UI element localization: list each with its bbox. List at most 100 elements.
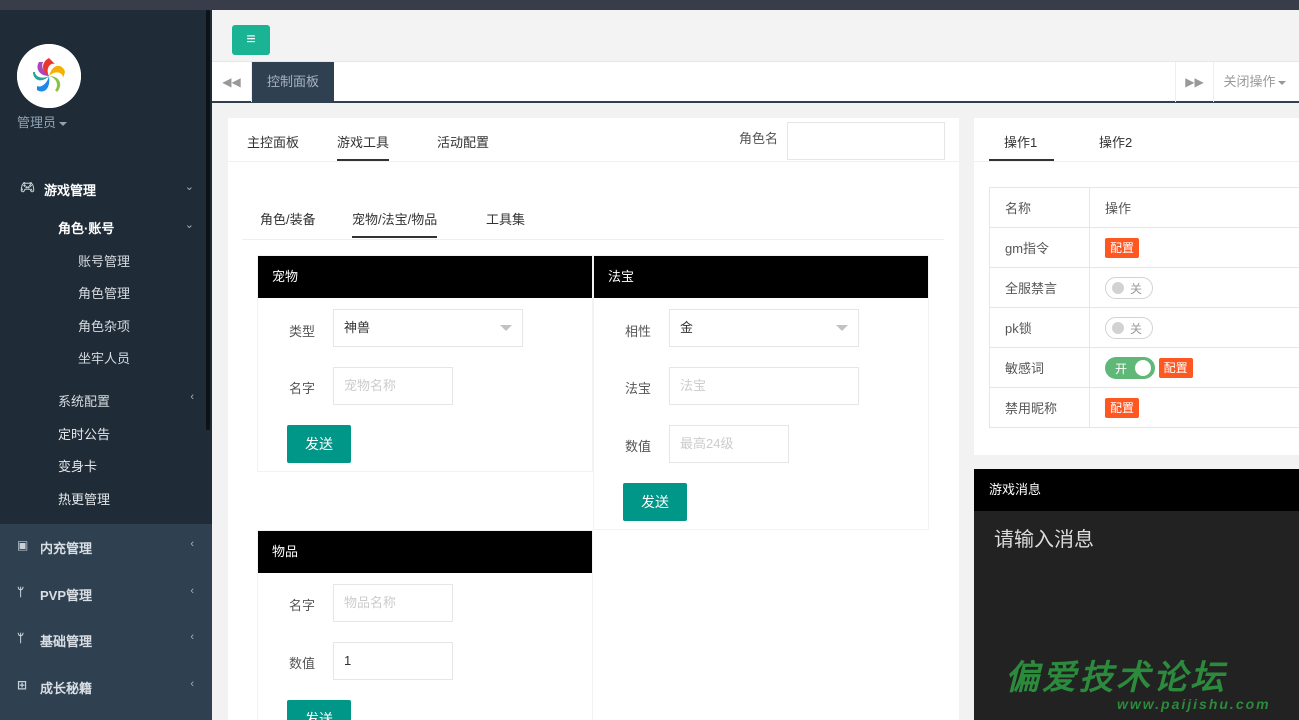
chevron-left-icon: ‹ xyxy=(190,391,194,403)
nav-game-management-label: 游戏管理 xyxy=(44,183,97,198)
table-row: gm指令 配置 xyxy=(989,227,1299,268)
pet-send-button[interactable]: 发送 xyxy=(287,425,351,463)
item-send-button[interactable]: 发送 xyxy=(287,700,351,720)
table-row: 敏感词 开 配置 xyxy=(989,347,1299,388)
chevron-down-icon: ⌄ xyxy=(184,181,194,193)
config-button[interactable]: 配置 xyxy=(1105,237,1140,258)
nav-role-misc[interactable]: 角色杂项 xyxy=(78,316,130,335)
watermark-url: www.paijishu.com xyxy=(1117,696,1271,712)
row-action: 配置 xyxy=(1089,387,1299,428)
nav-transform-card[interactable]: 变身卡 xyxy=(58,456,97,475)
cutlery-icon: ᛘ xyxy=(17,585,25,599)
caret-down-icon xyxy=(1277,80,1286,85)
nav-jailed-users[interactable]: 坐牢人员 xyxy=(78,348,130,367)
sidebar: 管理员 🎮︎ 游戏管理 ⌄ 角色·账号 ⌄ 账号管理 角色管理 角色杂项 坐牢人… xyxy=(0,10,212,720)
nav-account-management[interactable]: 账号管理 xyxy=(78,251,130,270)
table-row: pk锁 关 xyxy=(989,307,1299,348)
top-header: ≡ xyxy=(212,10,1299,62)
row-name: gm指令 xyxy=(989,227,1090,268)
item-card-title: 物品 xyxy=(258,531,592,573)
row-name: 全服禁言 xyxy=(989,267,1090,308)
item-value-label: 数值 xyxy=(289,656,316,671)
window-top-bar xyxy=(0,0,1299,10)
tab-game-tools[interactable]: 游戏工具 xyxy=(337,132,390,161)
nav-basic-label: 基础管理 xyxy=(40,634,93,649)
sidebar-bottom-section xyxy=(0,524,212,720)
treasure-name-input[interactable]: 法宝 xyxy=(669,367,859,405)
table-row: 全服禁言 关 xyxy=(989,267,1299,308)
treasure-send-button[interactable]: 发送 xyxy=(623,483,687,521)
pet-type-label: 类型 xyxy=(289,324,316,339)
table-icon: ⊞ xyxy=(17,678,28,692)
chevron-left-icon: ‹ xyxy=(190,538,194,550)
admin-menu[interactable]: 管理员 xyxy=(17,112,68,131)
pk-lock-toggle[interactable]: 关 xyxy=(1105,316,1153,339)
pet-card-title: 宠物 xyxy=(258,256,592,298)
treasure-card-title: 法宝 xyxy=(594,256,928,298)
item-value-input[interactable]: 1 xyxy=(333,642,453,680)
subtab-pet-treasure-item[interactable]: 宠物/法宝/物品 xyxy=(352,209,438,238)
nav-role-account-label: 角色·账号 xyxy=(58,221,115,236)
nav-scheduled-notice[interactable]: 定时公告 xyxy=(58,424,110,443)
config-button[interactable]: 配置 xyxy=(1105,397,1140,418)
column-header-action: 操作 xyxy=(1089,187,1299,228)
logo-icon xyxy=(17,44,81,108)
tab-operation-2[interactable]: 操作2 xyxy=(1099,132,1132,151)
pet-type-value: 神兽 xyxy=(344,320,371,335)
game-message-input[interactable]: 请输入消息 xyxy=(994,523,1094,552)
admin-label: 管理员 xyxy=(17,115,57,130)
tab-operation-1[interactable]: 操作1 xyxy=(989,132,1054,161)
row-action: 开 配置 xyxy=(1089,347,1299,388)
nav-recharge-label: 内充管理 xyxy=(40,541,93,556)
pet-type-select[interactable]: 神兽 xyxy=(333,309,523,347)
dropdown-arrow-icon xyxy=(836,325,848,331)
row-name: 敏感词 xyxy=(989,347,1090,388)
toggle-label: 关 xyxy=(1130,281,1143,296)
subtab-toolset[interactable]: 工具集 xyxy=(486,209,525,228)
toggle-knob xyxy=(1112,281,1124,294)
role-name-input[interactable] xyxy=(787,122,945,160)
toggle-knob xyxy=(1112,321,1124,334)
item-name-input[interactable]: 物品名称 xyxy=(333,584,453,622)
nav-system-config-label: 系统配置 xyxy=(58,394,111,409)
menu-toggle-button[interactable]: ≡ xyxy=(232,25,270,55)
treasure-attr-label: 相性 xyxy=(625,324,652,339)
pet-card: 宠物 类型 神兽 名字 宠物名称 发送 xyxy=(257,255,593,472)
sensitive-words-toggle[interactable]: 开 xyxy=(1105,356,1155,379)
tab-dashboard[interactable]: 控制面板 xyxy=(252,62,334,102)
mute-all-toggle[interactable]: 关 xyxy=(1105,276,1153,299)
chevron-left-icon: ‹ xyxy=(190,585,194,597)
treasure-value-input[interactable]: 最高24级 xyxy=(669,425,789,463)
subtab-role-equipment[interactable]: 角色/装备 xyxy=(260,209,316,228)
tool-subtabs: 角色/装备 宠物/法宝/物品 工具集 xyxy=(242,198,944,240)
column-header-name: 名称 xyxy=(989,187,1090,228)
table-header-row: 名称 操作 xyxy=(989,187,1299,228)
pet-name-input[interactable]: 宠物名称 xyxy=(333,367,453,405)
operations-panel: 操作1 操作2 名称 操作 gm指令 配置 全服禁言 关 pk锁 关 敏感词 开… xyxy=(974,118,1299,455)
sidebar-scrollbar[interactable] xyxy=(206,10,210,430)
treasure-name-label: 法宝 xyxy=(625,381,652,396)
config-button[interactable]: 配置 xyxy=(1158,357,1193,378)
cutlery-icon: ᛘ xyxy=(17,631,25,645)
operations-table: 名称 操作 gm指令 配置 全服禁言 关 pk锁 关 敏感词 开 配置 禁用昵称… xyxy=(989,187,1299,428)
page-tab-bar: ◀◀ 控制面板 ▶▶ 关闭操作 xyxy=(212,62,1299,103)
chevron-left-icon: ‹ xyxy=(190,678,194,690)
row-action: 关 xyxy=(1089,307,1299,348)
gamepad-icon: 🎮︎ xyxy=(20,180,36,194)
chevron-down-icon: ⌄ xyxy=(184,219,194,231)
treasure-attr-select[interactable]: 金 xyxy=(669,309,859,347)
nav-hotfix-management[interactable]: 热更管理 xyxy=(58,489,110,508)
close-operations-dropdown[interactable]: 关闭操作 xyxy=(1213,62,1295,102)
toggle-label: 开 xyxy=(1115,361,1128,376)
nav-growth-label: 成长秘籍 xyxy=(40,681,93,696)
caret-down-icon xyxy=(59,121,68,126)
tab-activity-config[interactable]: 活动配置 xyxy=(437,132,489,151)
tab-main-dashboard[interactable]: 主控面板 xyxy=(247,132,299,151)
nav-role-management[interactable]: 角色管理 xyxy=(78,283,130,302)
hamburger-icon: ≡ xyxy=(246,31,256,48)
money-icon: ▣ xyxy=(17,538,29,552)
toggle-label: 关 xyxy=(1130,321,1143,336)
item-card: 物品 名字 物品名称 数值 1 发送 xyxy=(257,530,593,720)
tab-scroll-left-button[interactable]: ◀◀ xyxy=(212,62,252,102)
tab-scroll-right-button[interactable]: ▶▶ xyxy=(1175,62,1213,102)
